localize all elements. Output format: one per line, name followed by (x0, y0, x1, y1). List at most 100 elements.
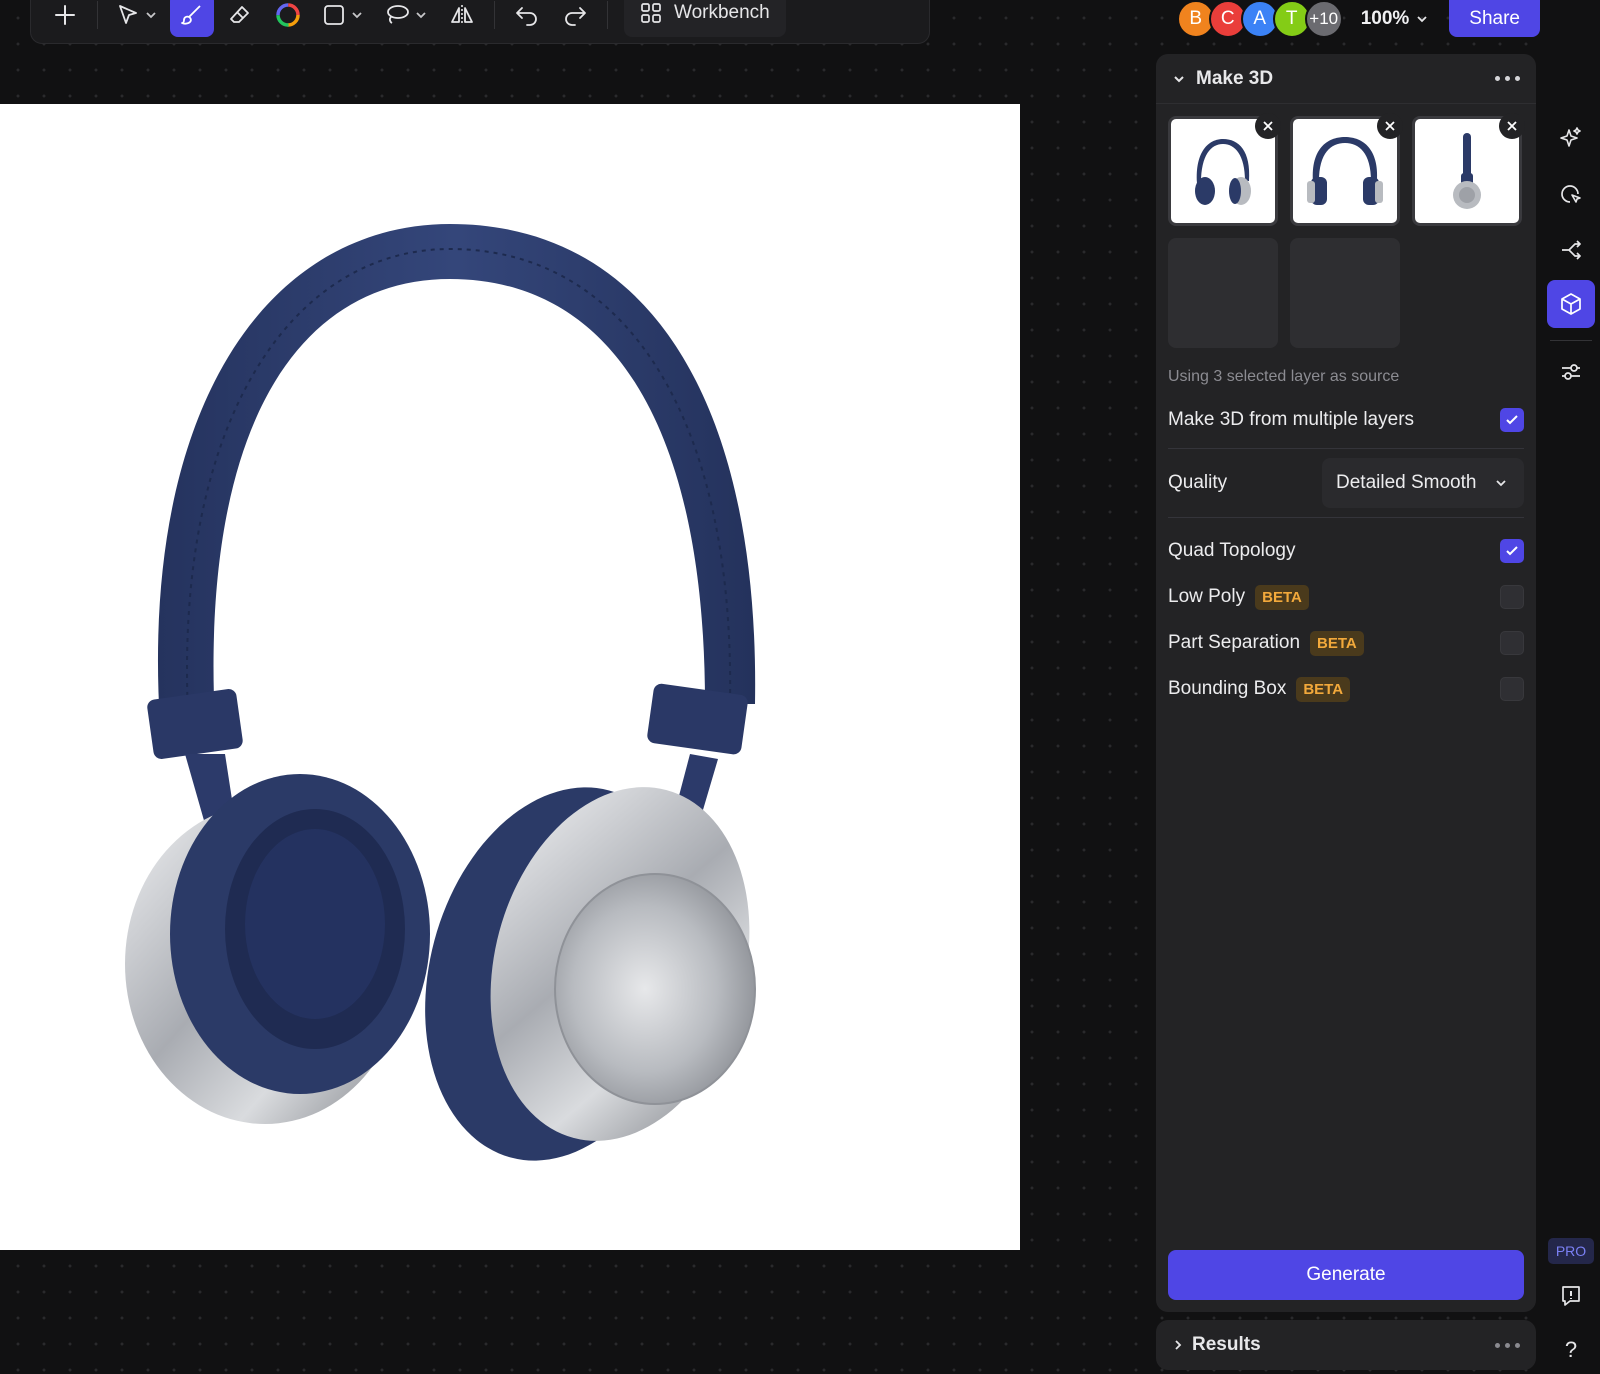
make-3d-panel: Make 3D Using 3 selected layer as source… (1156, 54, 1536, 1312)
headphones-thumbnail-image (1195, 139, 1251, 205)
low-poly-label: Low Poly (1168, 586, 1246, 607)
toolbar-divider (494, 1, 495, 29)
bounding-box-label: Bounding Box (1168, 678, 1287, 699)
share-button[interactable]: Share (1449, 0, 1540, 37)
sliders-icon (1562, 364, 1580, 380)
color-picker-button[interactable] (266, 0, 310, 37)
empty-thumbnail-slot[interactable] (1168, 238, 1278, 348)
adjustments-button[interactable] (1547, 348, 1595, 396)
multi-layer-row: Make 3D from multiple layers (1156, 392, 1536, 448)
option-label: Bounding Box BETA (1168, 676, 1500, 702)
chevron-right-icon (1175, 1340, 1182, 1350)
panel-header: Make 3D (1156, 54, 1536, 104)
results-panel-header[interactable]: Results (1156, 1320, 1536, 1370)
remove-thumbnail-button[interactable] (1255, 113, 1281, 139)
flip-horizontal-icon (451, 5, 473, 25)
option-label: Part Separation BETA (1168, 630, 1500, 656)
part-separation-label: Part Separation (1168, 632, 1301, 653)
multi-layer-label: Make 3D from multiple layers (1168, 409, 1415, 430)
chat-cursor-icon (1561, 185, 1581, 203)
workbench-label: Workbench (674, 2, 770, 23)
zoom-level: 100% (1360, 8, 1410, 29)
brush-tool-button[interactable] (170, 0, 214, 37)
remove-thumbnail-button[interactable] (1499, 113, 1525, 139)
part-separation-checkbox[interactable] (1500, 631, 1524, 655)
option-row: Bounding Box BETA (1156, 666, 1536, 712)
beta-badge: BETA (1310, 630, 1364, 656)
grid-layout-icon (641, 3, 661, 23)
feedback-button[interactable] (1547, 1272, 1595, 1320)
source-thumbnail[interactable] (1412, 113, 1525, 226)
toolbar-divider (97, 1, 98, 29)
option-row: Low Poly BETA (1156, 574, 1536, 620)
rail-divider (1550, 340, 1592, 341)
option-label: Quad Topology (1168, 540, 1296, 561)
panel-title: Make 3D (1196, 67, 1274, 89)
chevron-down-icon (146, 12, 156, 19)
workflow-button[interactable] (1547, 226, 1595, 274)
chevron-down-icon[interactable] (1172, 72, 1186, 86)
feedback-icon (1562, 1286, 1580, 1306)
headphones-image (125, 224, 756, 1161)
pro-badge[interactable]: PRO (1548, 1238, 1594, 1264)
close-icon (1507, 121, 1517, 131)
quality-row: Quality Detailed Smooth (1156, 449, 1536, 517)
close-icon (1263, 121, 1273, 131)
brush-icon (181, 5, 201, 25)
ai-tools-button[interactable] (1547, 114, 1595, 162)
undo-button[interactable] (505, 0, 549, 37)
more-collaborators-badge[interactable]: +10 (1304, 0, 1343, 38)
eraser-icon (230, 6, 249, 23)
color-ring-icon (276, 3, 300, 27)
zoom-dropdown[interactable]: 100% (1361, 8, 1430, 30)
beta-badge: BETA (1296, 676, 1351, 702)
collaborator-avatars: B C A T +10 (1176, 0, 1343, 38)
lasso-tool-button[interactable] (376, 0, 436, 37)
sparkle-icon (1560, 127, 1581, 147)
canvas-image-layer[interactable] (0, 104, 1020, 1250)
select-tool-button[interactable] (108, 0, 166, 37)
empty-thumbnail-slot[interactable] (1290, 238, 1400, 348)
workbench-button[interactable]: Workbench (624, 0, 786, 37)
chevron-down-icon (352, 12, 362, 19)
chevron-down-icon (1417, 16, 1427, 23)
redo-button[interactable] (553, 0, 597, 37)
add-button[interactable] (43, 0, 87, 37)
checkmark-icon (1506, 415, 1518, 425)
option-label: Low Poly BETA (1168, 584, 1500, 610)
multi-layer-checkbox[interactable] (1500, 408, 1524, 432)
chevron-down-icon (1496, 480, 1506, 487)
source-note: Using 3 selected layer as source (1168, 368, 1400, 385)
chevron-down-icon (416, 12, 426, 19)
main-toolbar: Workbench (30, 0, 930, 44)
generate-button[interactable]: Generate (1168, 1250, 1524, 1300)
quad-topology-checkbox[interactable] (1500, 539, 1524, 563)
more-options-icon[interactable] (1495, 76, 1520, 81)
redo-icon (565, 7, 586, 26)
remove-thumbnail-button[interactable] (1377, 113, 1403, 139)
source-thumbnail[interactable] (1290, 113, 1403, 226)
plus-icon (55, 5, 75, 25)
quality-select[interactable]: Detailed Smooth (1322, 458, 1524, 508)
results-title: Results (1192, 1334, 1261, 1355)
more-options-icon[interactable] (1495, 1342, 1520, 1348)
eraser-tool-button[interactable] (218, 0, 262, 37)
quality-label: Quality (1168, 472, 1228, 493)
headphones-thumbnail-image (1307, 137, 1383, 205)
cursor-arrow-icon (119, 5, 137, 24)
bounding-box-checkbox[interactable] (1500, 677, 1524, 701)
make-3d-button[interactable] (1547, 280, 1595, 328)
branch-icon (1562, 240, 1581, 260)
low-poly-checkbox[interactable] (1500, 585, 1524, 609)
comments-button[interactable] (1547, 170, 1595, 218)
source-thumbnail[interactable] (1168, 113, 1281, 226)
top-right-controls: B C A T +10 100% Share B (1160, 0, 1600, 38)
toolbar-divider (607, 1, 608, 29)
option-row: Part Separation BETA (1156, 620, 1536, 666)
shape-tool-button[interactable] (314, 0, 372, 37)
flip-button[interactable] (440, 0, 484, 37)
source-layer-thumbnails (1156, 104, 1536, 348)
option-row: Quad Topology (1156, 528, 1536, 574)
help-button[interactable]: ? (1547, 1326, 1595, 1374)
square-icon (324, 5, 344, 25)
